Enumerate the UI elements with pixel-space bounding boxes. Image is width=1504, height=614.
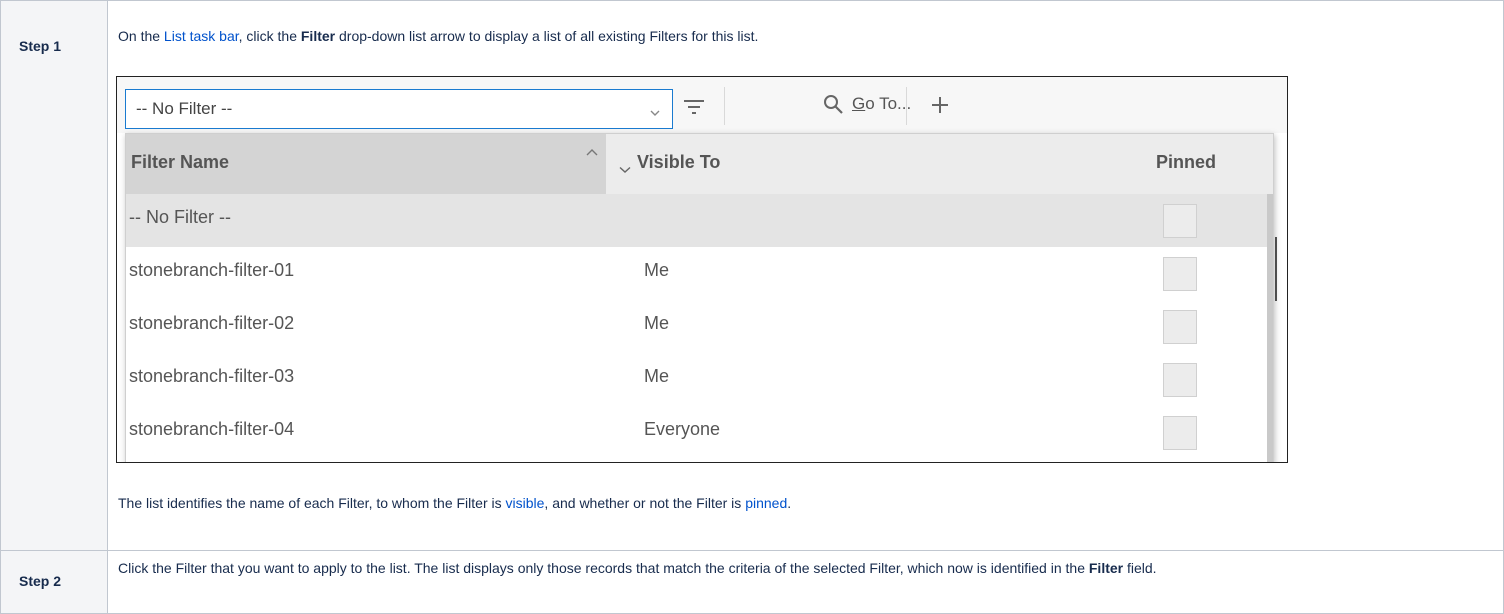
text: On the [118, 28, 164, 44]
filter-name: stonebranch-filter-02 [129, 313, 295, 333]
column-pinned[interactable]: Pinned [1156, 152, 1216, 173]
sort-up-icon[interactable] [585, 144, 599, 162]
filter-row[interactable]: stonebranch-filter-03 Me [126, 353, 1273, 406]
chevron-down-icon[interactable] [650, 104, 660, 122]
step-2-label: Step 2 [19, 573, 62, 589]
text: , and whether or not the Filter is [544, 495, 746, 511]
list-task-bar-link[interactable]: List task bar [164, 28, 239, 44]
step-1-header-cell: Step 1 [1, 1, 107, 550]
step-1-label: Step 1 [19, 38, 62, 54]
text: Click the Filter that you want to apply … [118, 560, 1089, 576]
pin-checkbox[interactable] [1163, 257, 1197, 291]
filter-visible-to: Everyone [644, 419, 721, 439]
filter-visible-to: Me [644, 260, 670, 280]
row-divider [1, 550, 1503, 551]
step-1-instruction: On the List task bar, click the Filter d… [118, 25, 758, 47]
step-2-header-cell: Step 2 [1, 551, 107, 613]
filter-name: stonebranch-filter-04 [129, 419, 295, 439]
column-filter-name[interactable]: Filter Name [131, 152, 229, 173]
goto-accel: G [852, 94, 866, 113]
filter-row[interactable]: stonebranch-filter-04 Everyone [126, 406, 1273, 459]
filter-term: Filter [300, 28, 336, 44]
filter-name: stonebranch-filter-03 [129, 366, 295, 386]
search-icon[interactable] [823, 94, 845, 121]
step-1-explanation: The list identifies the name of each Fil… [118, 492, 791, 514]
pin-checkbox[interactable] [1163, 416, 1197, 450]
dropdown-header: Filter Name Visible To Pinned [126, 134, 1273, 194]
panel-edge [1275, 237, 1277, 301]
filter-name: -- No Filter -- [129, 207, 231, 227]
text: . [787, 495, 792, 511]
text: The list identifies the name of each Fil… [118, 495, 506, 511]
text: , click the [238, 28, 301, 44]
filter-dropdown-list: Filter Name Visible To Pinned -- No Filt… [125, 133, 1274, 462]
filter-name: stonebranch-filter-01 [129, 260, 295, 280]
dropdown-scrollbar[interactable] [1267, 194, 1273, 462]
filter-row[interactable]: stonebranch-filter-02 Me [126, 300, 1273, 353]
filter-visible-to: Me [644, 313, 670, 333]
filter-row[interactable]: stonebranch-filter-01 Me [126, 247, 1273, 300]
pin-checkbox[interactable] [1163, 363, 1197, 397]
filter-term: Filter [1088, 560, 1124, 576]
go-to-button[interactable]: Go To... [852, 94, 911, 114]
steps-table: Step 1 Step 2 On the List task bar, clic… [0, 0, 1504, 614]
pin-checkbox[interactable] [1163, 310, 1197, 344]
chevron-down-icon[interactable] [619, 161, 631, 179]
filter-row[interactable]: -- No Filter -- [126, 194, 1273, 247]
filter-dropdown-screenshot: -- No Filter -- Go To... Filter Name Vis… [116, 76, 1288, 463]
plus-icon[interactable] [930, 95, 950, 120]
filter-select-value: -- No Filter -- [136, 99, 233, 118]
step-2-instruction: Click the Filter that you want to apply … [118, 557, 1488, 579]
filter-lines-icon[interactable] [683, 98, 705, 121]
pin-checkbox[interactable] [1163, 204, 1197, 238]
filter-select[interactable]: -- No Filter -- [125, 89, 673, 129]
goto-text: o To... [865, 94, 912, 113]
visible-link[interactable]: visible [506, 495, 545, 511]
text: drop-down list arrow to display a list o… [335, 28, 759, 44]
filter-visible-to: Me [644, 366, 670, 386]
column-visible-to[interactable]: Visible To [637, 152, 720, 173]
text: field. [1123, 560, 1157, 576]
pinned-link[interactable]: pinned [745, 495, 787, 511]
column-divider [107, 1, 108, 613]
toolbar-separator [906, 87, 907, 125]
toolbar-separator [724, 87, 725, 125]
